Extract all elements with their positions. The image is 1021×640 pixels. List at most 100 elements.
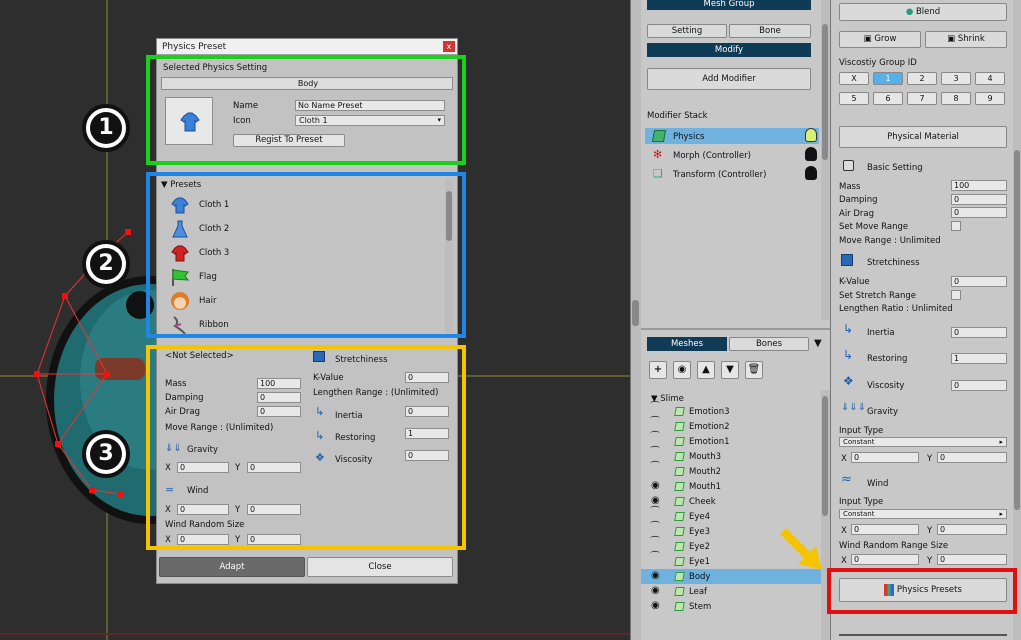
eye-closed-icon[interactable]: ⁀ — [651, 402, 659, 413]
group-id-button-9[interactable]: 9 — [975, 92, 1005, 105]
yellow-arrow-icon — [780, 528, 822, 570]
set-move-range-label: Set Move Range — [839, 222, 909, 232]
group-id-button-7[interactable]: 7 — [907, 92, 937, 105]
chevron-down-icon: ▸ — [999, 510, 1003, 518]
eye-closed-icon[interactable]: ⁀ — [651, 522, 659, 533]
airdrag-field[interactable]: 0 — [951, 207, 1007, 218]
tree-item-mouth2[interactable]: ⁀ Mouth2 — [641, 462, 821, 479]
drop-icon: ● — [905, 7, 914, 17]
modifier-scrollbar[interactable] — [821, 0, 830, 320]
tabs-menu-chevron-icon[interactable]: ▼ — [814, 338, 822, 349]
set-stretch-range-checkbox[interactable] — [951, 290, 961, 300]
lightbulb-off-icon[interactable] — [805, 147, 817, 161]
eye-closed-icon[interactable]: ⁀ — [651, 552, 659, 563]
mesh-group-button[interactable]: Mesh Group — [647, 0, 811, 10]
adapt-button[interactable]: Adapt — [159, 557, 305, 577]
tree-item-leaf[interactable]: ◉ Leaf — [641, 584, 821, 599]
modify-button[interactable]: Modify — [647, 43, 811, 57]
lightbulb-on-icon[interactable] — [805, 128, 817, 142]
tree-item-mouth1[interactable]: ◉ Mouth1 — [641, 479, 821, 494]
eye-closed-icon[interactable]: ⁀ — [651, 462, 659, 473]
tree-item-label: Emotion3 — [689, 407, 730, 417]
mesh-icon — [674, 452, 685, 461]
tab-meshes[interactable]: Meshes — [647, 337, 727, 351]
group-clear-button[interactable]: X — [839, 72, 869, 85]
eye-closed-icon[interactable]: ⁀ — [651, 432, 659, 443]
dialog-titlebar[interactable]: Physics Preset x — [157, 39, 457, 55]
highlight-box-blue — [146, 172, 466, 338]
dialog-close-icon[interactable]: x — [443, 41, 455, 52]
eye-closed-icon[interactable]: ⁀ — [651, 447, 659, 458]
inertia-field[interactable]: 0 — [951, 327, 1007, 338]
tree-item-stem[interactable]: ◉ Stem — [641, 599, 821, 614]
wind-random-x-field[interactable]: 0 — [851, 554, 919, 565]
restoring-field[interactable]: 1 — [951, 353, 1007, 364]
modifier-label: Morph (Controller) — [673, 151, 751, 161]
group-id-button-8[interactable]: 8 — [941, 92, 971, 105]
airdrag-label: Air Drag — [839, 209, 875, 219]
mesh-icon — [674, 482, 685, 491]
add-modifier-button[interactable]: Add Modifier — [647, 68, 811, 90]
add-mesh-button[interactable]: + — [649, 361, 667, 379]
shrink-button[interactable]: ▣ Shrink — [925, 31, 1007, 48]
eye-open-icon[interactable]: ◉ — [651, 570, 660, 581]
group-id-button-6[interactable]: 6 — [873, 92, 903, 105]
tree-item-emotion3[interactable]: ⁀ Emotion3 — [641, 402, 821, 419]
gravity-x-field[interactable]: 0 — [851, 452, 919, 463]
physical-material-header[interactable]: Physical Material — [839, 126, 1007, 148]
highlight-box-green — [146, 55, 466, 165]
tab-setting[interactable]: Setting — [647, 24, 727, 38]
eye-open-icon[interactable]: ◉ — [651, 585, 660, 596]
wind-random-y-field[interactable]: 0 — [937, 554, 1007, 565]
layer-button[interactable]: ◉ — [673, 361, 691, 379]
gravity-input-select[interactable]: Constant ▸ — [839, 437, 1007, 447]
mesh-icon — [674, 422, 685, 431]
shrink-icon: ▣ — [947, 34, 956, 44]
modifier-item-physics[interactable]: Physics — [649, 128, 819, 144]
tree-item-emotion2[interactable]: ⁀ Emotion2 — [641, 417, 821, 434]
gravity-y-field[interactable]: 0 — [937, 452, 1007, 463]
group-id-button-4[interactable]: 4 — [975, 72, 1005, 85]
mass-field[interactable]: 100 — [951, 180, 1007, 191]
grow-button[interactable]: ▣ Grow — [839, 31, 921, 48]
group-id-button-2[interactable]: 2 — [907, 72, 937, 85]
chevron-down-icon: ▸ — [999, 438, 1003, 446]
wind-y-field[interactable]: 0 — [937, 524, 1007, 535]
group-id-button-3[interactable]: 3 — [941, 72, 971, 85]
set-move-range-checkbox[interactable] — [951, 221, 961, 231]
eye-open-icon[interactable]: ◉ — [651, 495, 660, 506]
group-id-button-1[interactable]: 1 — [873, 72, 903, 85]
set-stretch-range-label: Set Stretch Range — [839, 291, 916, 301]
gravity-input-value: Constant — [843, 438, 875, 446]
tab-bones[interactable]: Bones — [729, 337, 809, 351]
move-down-button[interactable]: ▼ — [721, 361, 739, 379]
eye-open-icon[interactable]: ◉ — [651, 480, 660, 491]
move-up-button[interactable]: ▲ — [697, 361, 715, 379]
damping-field[interactable]: 0 — [951, 194, 1007, 205]
delete-button[interactable]: 🗑 — [745, 361, 763, 379]
wind-x-field[interactable]: 0 — [851, 524, 919, 535]
arrow-up-icon: ▲ — [702, 364, 710, 375]
inspector-scrollbar[interactable] — [1013, 0, 1021, 640]
close-button[interactable]: Close — [307, 557, 453, 577]
blend-button[interactable]: ● Blend — [839, 3, 1007, 21]
eye-closed-icon[interactable]: ⁀ — [651, 507, 659, 518]
splitter-bar[interactable] — [631, 0, 641, 640]
eye-open-icon[interactable]: ◉ — [651, 600, 660, 611]
tree-item-emotion1[interactable]: ⁀ Emotion1 — [641, 432, 821, 449]
tree-item-cheek[interactable]: ◉ Cheek — [641, 494, 821, 509]
group-id-button-5[interactable]: 5 — [839, 92, 869, 105]
eye-closed-icon[interactable]: ⁀ — [651, 537, 659, 548]
mass-label: Mass — [839, 182, 861, 192]
eye-closed-icon[interactable]: ⁀ — [651, 417, 659, 428]
viscosity-field[interactable]: 0 — [951, 380, 1007, 391]
kvalue-field[interactable]: 0 — [951, 276, 1007, 287]
modifier-item-transform[interactable]: ❏ Transform (Controller) — [649, 166, 819, 182]
mesh-icon — [674, 542, 685, 551]
tab-bone[interactable]: Bone — [729, 24, 811, 38]
lightbulb-off-icon[interactable] — [805, 166, 817, 180]
modifier-item-morph[interactable]: ✻ Morph (Controller) — [649, 147, 819, 163]
tree-item-mouth3[interactable]: ⁀ Mouth3 — [641, 447, 821, 464]
inertia-label: Inertia — [867, 328, 895, 338]
wind-input-select[interactable]: Constant ▸ — [839, 509, 1007, 519]
